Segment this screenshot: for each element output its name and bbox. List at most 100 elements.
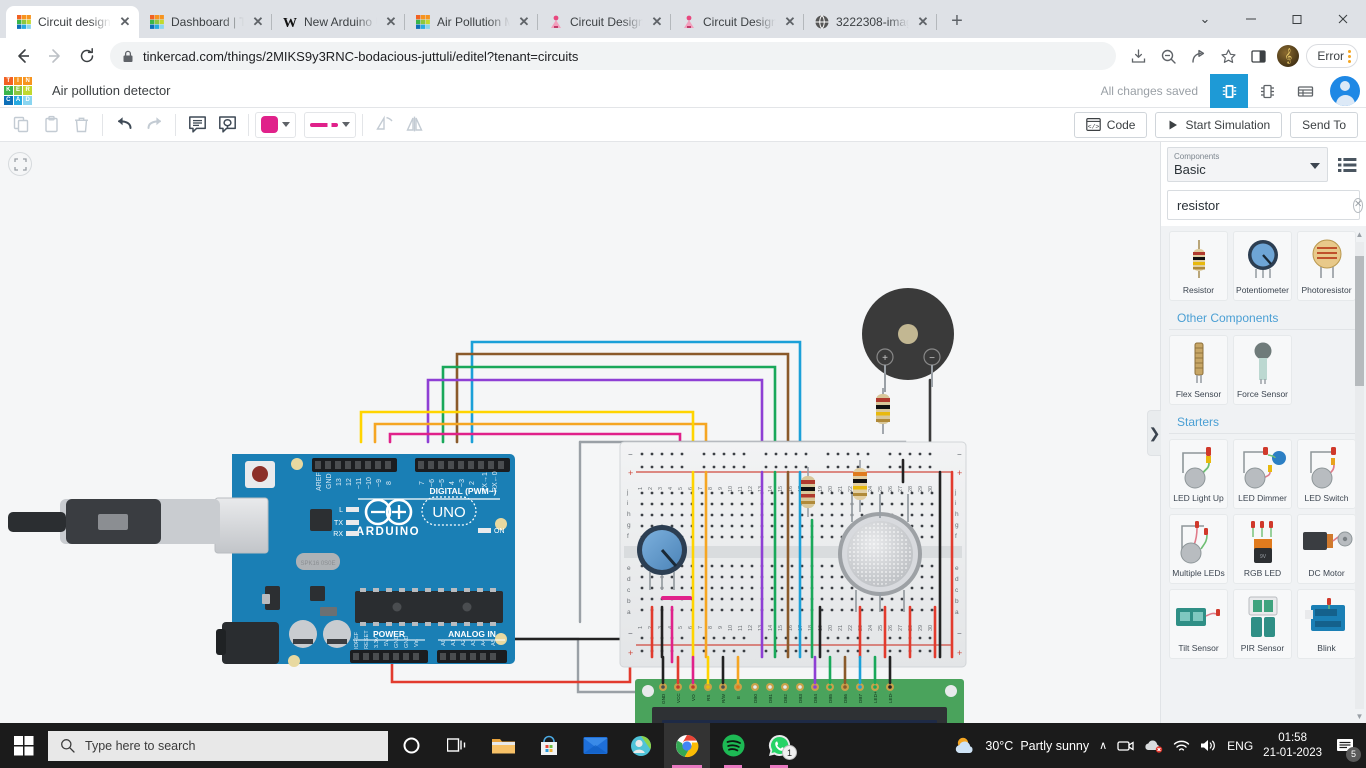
tab-close-icon[interactable]: ✕ (117, 14, 133, 30)
component-tile-led-switch[interactable]: LED Switch (1297, 439, 1356, 509)
trash-icon[interactable] (66, 111, 96, 139)
component-tile-potentiometer[interactable]: Potentiometer (1233, 231, 1292, 301)
clear-icon[interactable]: ✕ (1353, 197, 1364, 213)
browser-tab[interactable]: W New Arduino Un ✕ (272, 6, 405, 38)
weather-widget[interactable]: 30°C Partly sunny (954, 736, 1089, 756)
profile-avatar[interactable]: 𝄞 (1277, 45, 1300, 67)
reload-icon[interactable] (72, 41, 102, 71)
maximize-button[interactable] (1274, 0, 1320, 38)
forward-icon[interactable] (40, 41, 70, 71)
language-indicator[interactable]: ENG (1227, 739, 1253, 753)
tab-close-icon[interactable]: ✕ (250, 14, 266, 30)
component-tile-led-dimmer[interactable]: LED Dimmer (1233, 439, 1292, 509)
rotate-icon[interactable] (369, 111, 399, 139)
component-tile-pir-sensor[interactable]: PIR Sensor (1233, 589, 1292, 659)
tab-close-icon[interactable]: ✕ (649, 14, 665, 30)
start-button[interactable] (0, 723, 48, 768)
tab-close-icon[interactable]: ✕ (383, 14, 399, 30)
component-view-button[interactable] (1210, 74, 1248, 108)
document-title[interactable]: Air pollution detector (52, 83, 171, 98)
browser-tab[interactable]: Air Pollution Mon ✕ (405, 6, 538, 38)
component-tile-flex-sensor[interactable]: Flex Sensor (1169, 335, 1228, 405)
note-icon[interactable] (182, 111, 212, 139)
schematic-view-button[interactable] (1248, 74, 1286, 108)
cloud-off-icon[interactable] (1144, 738, 1163, 753)
microsoft-store-icon[interactable] (526, 723, 572, 768)
component-tile-tilt-sensor[interactable]: Tilt Sensor (1169, 589, 1228, 659)
zoom-out-icon[interactable] (1154, 42, 1182, 70)
piezo-buzzer[interactable]: + − (862, 288, 954, 392)
browser-tab[interactable]: Circuit Design Co ✕ (671, 6, 804, 38)
back-icon[interactable] (8, 41, 38, 71)
close-button[interactable] (1320, 0, 1366, 38)
cortana-icon[interactable] (388, 723, 434, 768)
resistor-buzzer[interactable] (876, 388, 890, 434)
component-tile-photoresistor[interactable]: Photoresistor (1297, 231, 1356, 301)
list-view-button[interactable] (1286, 74, 1324, 108)
notification-icon[interactable]: 5 (1332, 733, 1361, 762)
clock[interactable]: 01:58 21-01-2023 (1263, 731, 1322, 761)
tab-close-icon[interactable]: ✕ (516, 14, 532, 30)
chrome-menu-icon[interactable] (1348, 49, 1351, 63)
component-search-box[interactable]: ✕ (1167, 190, 1364, 220)
scrollbar-thumb[interactable] (1355, 256, 1364, 386)
browser-tab[interactable]: 3222308-image1 ✕ (804, 6, 937, 38)
user-avatar[interactable] (1330, 76, 1360, 106)
undo-icon[interactable] (109, 111, 139, 139)
list-view-toggle[interactable] (1332, 147, 1362, 182)
show-hidden-icons-icon[interactable]: ∧ (1099, 739, 1107, 752)
scroll-down-icon[interactable]: ▼ (1355, 712, 1364, 721)
browser-tab[interactable]: Dashboard | Tink ✕ (139, 6, 272, 38)
start-simulation-button[interactable]: Start Simulation (1155, 111, 1283, 138)
spotify-icon[interactable] (710, 723, 756, 768)
chrome-icon[interactable] (664, 723, 710, 768)
error-badge[interactable]: Error (1306, 44, 1358, 68)
panel-scrollbar[interactable]: ▲ ▼ (1355, 230, 1364, 721)
scrollbar-track[interactable] (1355, 242, 1364, 709)
browser-tab[interactable]: Circuit design Bo ✕ (6, 6, 139, 38)
component-tile-led-light-up[interactable]: LED Light Up (1169, 439, 1228, 509)
annotation-icon[interactable] (212, 111, 242, 139)
send-to-button[interactable]: Send To (1290, 111, 1358, 138)
bookmark-star-icon[interactable] (1214, 42, 1242, 70)
volume-icon[interactable] (1200, 738, 1217, 753)
components-category-dropdown[interactable]: Components Basic (1167, 147, 1328, 182)
fill-color-picker[interactable] (255, 111, 296, 138)
component-tile-rgb-led[interactable]: 9V RGB LED (1233, 514, 1292, 584)
tinkercad-logo-icon[interactable]: T I N K E R C A D (4, 76, 32, 105)
wifi-icon[interactable] (1173, 739, 1190, 753)
tab-close-icon[interactable]: ✕ (915, 14, 931, 30)
whatsapp-icon[interactable]: 1 (756, 723, 802, 768)
component-tile-multiple-leds[interactable]: Multiple LEDs (1169, 514, 1228, 584)
scroll-up-icon[interactable]: ▲ (1355, 230, 1364, 239)
component-tile-blink[interactable]: Blink (1297, 589, 1356, 659)
line-style-picker[interactable] (304, 111, 356, 138)
tab-close-icon[interactable]: ✕ (782, 14, 798, 30)
share-icon[interactable] (1184, 42, 1212, 70)
mirror-icon[interactable] (399, 111, 429, 139)
camera-off-icon[interactable] (1117, 738, 1134, 753)
component-tile-dc-motor[interactable]: DC Motor (1297, 514, 1356, 584)
sidepanel-icon[interactable] (1244, 42, 1272, 70)
copy-icon[interactable] (6, 111, 36, 139)
component-tile-force-sensor[interactable]: Force Sensor (1233, 335, 1292, 405)
code-button[interactable]: </> Code (1073, 111, 1148, 138)
panel-collapse-button[interactable]: ❯ (1147, 410, 1161, 456)
people-icon[interactable] (618, 723, 664, 768)
mail-icon[interactable] (572, 723, 618, 768)
circuit-canvas[interactable]: + − AREF GND 13 12 ~11 ~10 ~9 8 7 ~6 ~5 … (0, 142, 1160, 725)
taskbar-search[interactable]: Type here to search (48, 730, 388, 761)
minimize-button[interactable] (1228, 0, 1274, 38)
file-explorer-icon[interactable] (480, 723, 526, 768)
paste-icon[interactable] (36, 111, 66, 139)
arduino-uno-board[interactable]: AREF GND 13 12 ~11 ~10 ~9 8 7 ~6 ~5 4 ~3… (8, 454, 515, 667)
browser-tab[interactable]: Circuit Design Co ✕ (538, 6, 671, 38)
address-bar[interactable]: tinkercad.com/things/2MIKS9y3RNC-bodacio… (110, 42, 1117, 70)
tab-search-icon[interactable]: ⌄ (1182, 0, 1228, 38)
redo-icon[interactable] (139, 111, 169, 139)
task-view-icon[interactable] (434, 723, 480, 768)
components-scroll-area[interactable]: Resistor Potentiometer Photoresistor Oth… (1161, 226, 1366, 725)
lcd-display[interactable]: GND VCC VO RS R/W E DB0 DB1 DB2 DB3 DB4 … (635, 679, 964, 725)
component-tile-resistor[interactable]: Resistor (1169, 231, 1228, 301)
install-icon[interactable] (1124, 42, 1152, 70)
